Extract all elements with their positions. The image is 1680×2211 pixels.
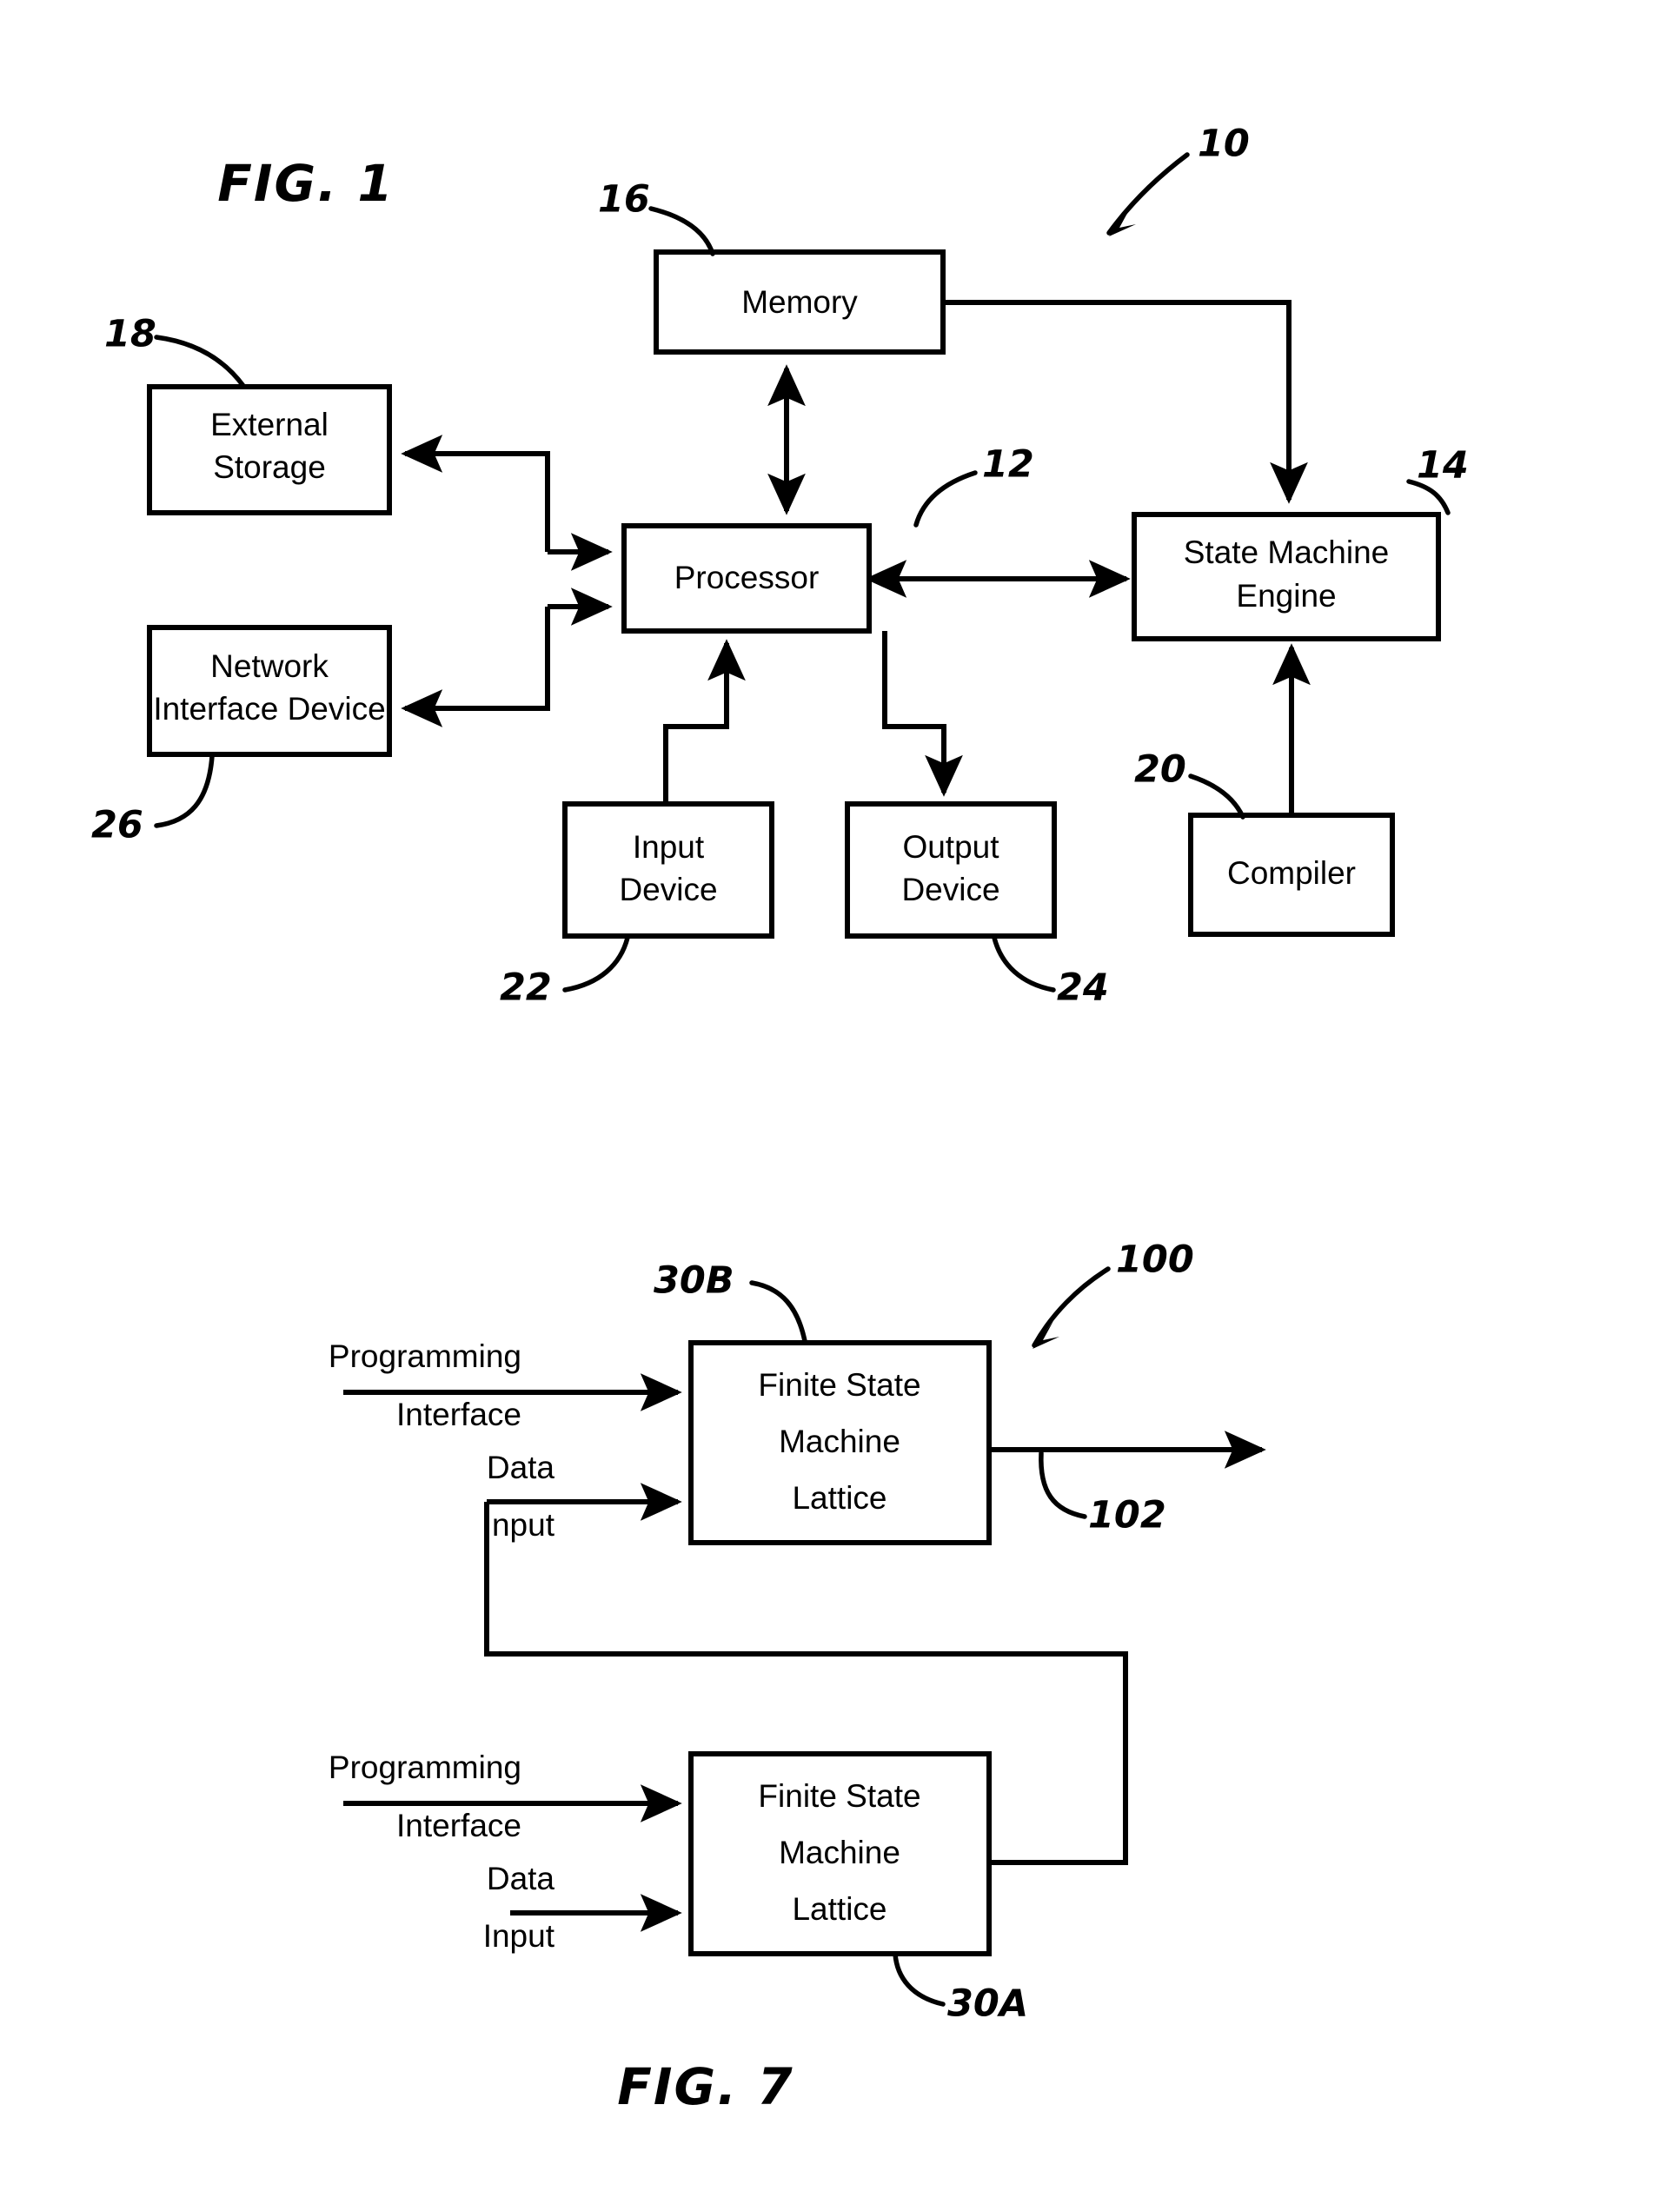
reference-numeral-30B: 30B: [654, 1259, 807, 1344]
leader-line-26: [154, 754, 215, 828]
block-fsm-lattice-bottom[interactable]: Finite State Machine Lattice: [688, 1751, 992, 1956]
reference-numeral-102: 102: [1039, 1451, 1166, 1537]
block-output-device[interactable]: Output Device: [845, 801, 1057, 939]
block-compiler-label: Compiler: [1227, 855, 1356, 891]
figure-7-group: Finite State Machine Lattice Finite Stat…: [329, 1238, 1266, 2116]
block-processor[interactable]: Processor: [621, 523, 872, 634]
patent-drawing-sheet: FIG. 1 Memory External Storage Network I…: [0, 0, 1680, 2211]
reference-numeral-18: 18: [104, 313, 246, 388]
block-fsm-lattice-top-label-line3: Lattice: [792, 1480, 886, 1516]
block-network-interface-device[interactable]: Network Interface Device: [147, 625, 392, 757]
label-programming-bottom: Programming: [329, 1750, 521, 1785]
wire-processor-to-external-storage: [401, 435, 550, 552]
block-input-device-rect: [562, 801, 774, 939]
block-compiler[interactable]: Compiler: [1188, 813, 1395, 937]
block-state-machine-engine-label-line2: Engine: [1236, 578, 1336, 614]
signal-caption-data-input-bottom: Data Input: [483, 1861, 555, 1954]
leader-line-12: [913, 470, 978, 528]
wire-processor-to-output-device: [882, 631, 963, 797]
block-fsm-lattice-top-label-line2: Machine: [779, 1424, 900, 1459]
label-interface-top: Interface: [396, 1397, 521, 1432]
label-programming-top: Programming: [329, 1338, 521, 1374]
reference-numeral-26: 26: [91, 754, 215, 847]
reference-numeral-14-text: 14: [1417, 444, 1469, 488]
block-processor-label: Processor: [674, 560, 820, 595]
reference-numeral-24: 24: [992, 935, 1109, 1010]
block-output-device-label-line1: Output: [902, 829, 999, 865]
leader-line-16: [648, 206, 715, 256]
leader-line-30A: [893, 1951, 946, 2007]
drawing-canvas: FIG. 1 Memory External Storage Network I…: [91, 123, 1469, 2117]
reference-numeral-30A: 30A: [893, 1951, 1028, 2026]
leader-line-22: [562, 935, 630, 993]
block-fsm-lattice-bottom-label-line2: Machine: [779, 1835, 900, 1870]
block-fsm-lattice-top[interactable]: Finite State Machine Lattice: [688, 1340, 992, 1545]
signal-caption-data-input-top: Data Input: [483, 1450, 555, 1543]
label-input-top: Input: [483, 1507, 555, 1543]
block-state-machine-engine[interactable]: State Machine Engine: [1132, 512, 1441, 641]
reference-numeral-10-text: 10: [1198, 123, 1250, 166]
figure-7-title: FIG. 7: [617, 2057, 794, 2116]
reference-numeral-16: 16: [598, 178, 715, 256]
reference-numeral-22-text: 22: [500, 966, 552, 1010]
reference-numeral-12-text: 12: [982, 443, 1034, 487]
block-output-device-label-line2: Device: [901, 872, 999, 907]
block-fsm-lattice-bottom-label-line3: Lattice: [792, 1891, 886, 1927]
reference-numeral-100: 100: [1032, 1238, 1194, 1349]
label-interface-bottom: Interface: [396, 1808, 521, 1843]
reference-numeral-20: 20: [1134, 748, 1245, 820]
signal-caption-programming-interface-bottom: Programming Interface: [329, 1750, 521, 1843]
signal-caption-programming-interface-top: Programming Interface: [329, 1338, 521, 1432]
reference-numeral-18-text: 18: [104, 313, 156, 356]
block-state-machine-engine-rect: [1132, 512, 1441, 641]
reference-numeral-22: 22: [500, 935, 630, 1010]
block-input-device-label-line1: Input: [633, 829, 705, 865]
leader-line-20: [1188, 774, 1245, 820]
reference-numeral-100-text: 100: [1116, 1238, 1194, 1282]
block-network-interface-device-label-line1: Network: [210, 648, 329, 684]
leader-line-102: [1039, 1451, 1087, 1519]
leader-line-24: [992, 935, 1056, 993]
reference-numeral-102-text: 102: [1088, 1494, 1166, 1537]
block-external-storage-label-line1: External: [210, 407, 329, 442]
block-external-storage[interactable]: External Storage: [147, 384, 392, 515]
reference-numeral-12: 12: [913, 443, 1034, 528]
block-fsm-lattice-top-label-line1: Finite State: [758, 1367, 920, 1403]
reference-numeral-10: 10: [1106, 123, 1250, 236]
label-data-top: Data: [487, 1450, 555, 1485]
block-fsm-lattice-bottom-label-line1: Finite State: [758, 1778, 920, 1814]
reference-numeral-30A-text: 30A: [947, 1982, 1028, 2026]
wire-processor-to-network-interface-device: [401, 607, 550, 727]
reference-numeral-26-text: 26: [91, 804, 143, 847]
reference-numeral-20-text: 20: [1134, 748, 1186, 792]
figure-1-title: FIG. 1: [217, 154, 394, 213]
block-input-device-label-line2: Device: [619, 872, 717, 907]
block-network-interface-device-label-line2: Interface Device: [153, 691, 385, 727]
reference-numeral-24-text: 24: [1057, 966, 1109, 1010]
leader-line-18: [154, 335, 246, 388]
block-output-device-rect: [845, 801, 1057, 939]
wire-input-device-to-processor: [663, 639, 746, 804]
reference-numeral-30B-text: 30B: [654, 1259, 734, 1303]
reference-numeral-14: 14: [1406, 444, 1469, 515]
block-memory[interactable]: Memory: [654, 249, 946, 355]
label-input-bottom: Input: [483, 1918, 555, 1954]
leader-line-30B: [749, 1280, 807, 1344]
block-memory-label: Memory: [741, 284, 858, 320]
block-state-machine-engine-label-line1: State Machine: [1184, 534, 1390, 570]
block-external-storage-label-line2: Storage: [213, 449, 326, 485]
figure-1-group: FIG. 1 Memory External Storage Network I…: [91, 123, 1469, 1010]
block-input-device[interactable]: Input Device: [562, 801, 774, 939]
reference-numeral-16-text: 16: [598, 178, 650, 222]
label-data-bottom: Data: [487, 1861, 555, 1896]
